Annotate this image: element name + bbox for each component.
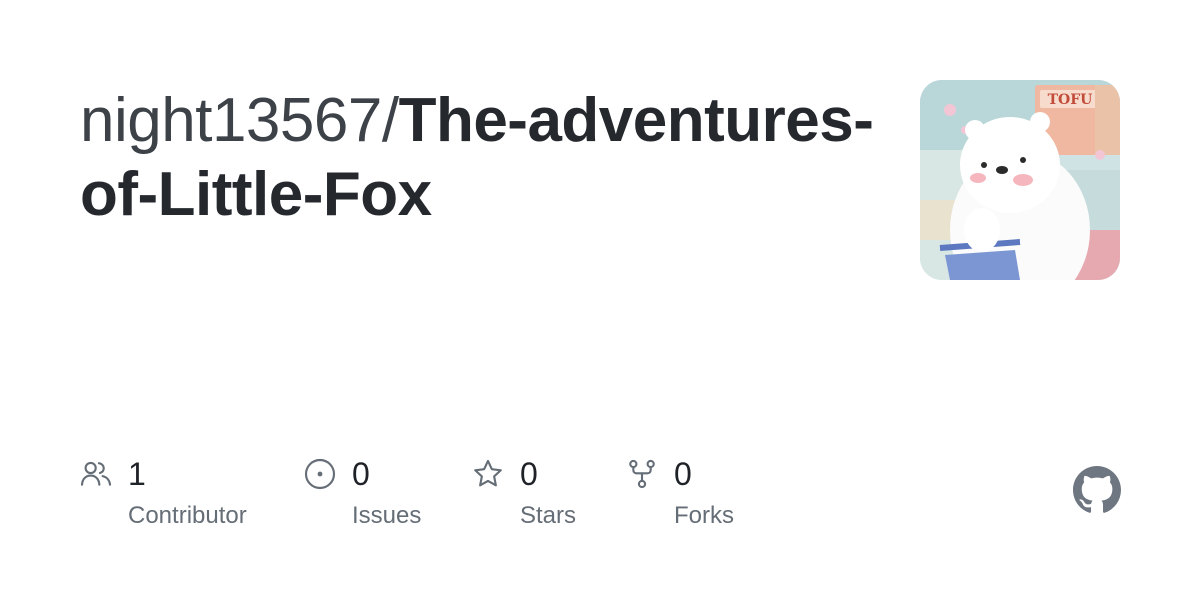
issues-count: 0 (352, 456, 370, 492)
avatar-image: TOFU (920, 80, 1120, 280)
forks-count: 0 (674, 456, 692, 492)
people-icon (80, 461, 112, 486)
fork-icon (629, 459, 655, 489)
forks-label: Forks (674, 502, 734, 529)
github-logo-icon[interactable] (1073, 466, 1121, 514)
owner-avatar: TOFU (920, 80, 1120, 280)
repo-title[interactable]: night13567/The-adventures-of-Little-Fox (80, 84, 880, 232)
issues-label: Issues (352, 502, 422, 529)
star-icon (474, 459, 502, 487)
stars-count: 0 (520, 456, 538, 492)
avatar-text: TOFU (1048, 92, 1093, 108)
contributors-label: Contributor (128, 502, 247, 529)
repo-owner[interactable]: night13567/ (80, 86, 399, 155)
contributors-count: 1 (128, 456, 146, 492)
issue-opened-icon (304, 458, 336, 490)
stars-label: Stars (520, 502, 577, 529)
